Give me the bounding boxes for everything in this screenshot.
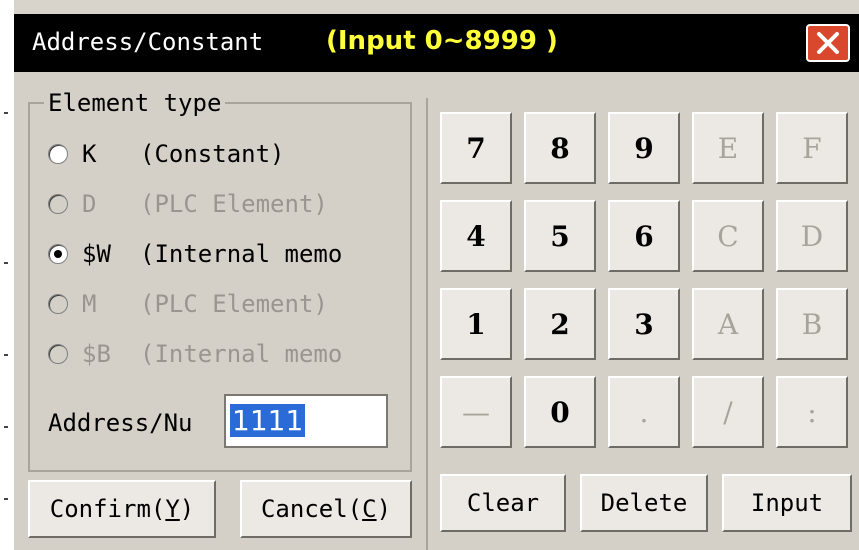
radio-code-m: M xyxy=(82,290,97,318)
radio-d-plc-element: D (PLC Element) xyxy=(48,184,328,224)
cancel-button[interactable]: Cancel(C) xyxy=(240,480,412,538)
key-f: F xyxy=(776,112,848,184)
close-icon xyxy=(817,32,839,54)
input-button[interactable]: Input xyxy=(722,474,852,532)
key-2[interactable]: 2 xyxy=(524,288,596,360)
radio-code-w: $W xyxy=(82,240,111,268)
key-e: E xyxy=(692,112,764,184)
key-b: B xyxy=(776,288,848,360)
address-number-input[interactable]: 1111 xyxy=(224,394,388,448)
address-number-label: Address/Nu xyxy=(48,409,193,437)
edge-tick xyxy=(4,498,8,500)
edge-tick xyxy=(4,354,8,356)
key-5[interactable]: 5 xyxy=(524,200,596,272)
radio-m-plc-element: M (PLC Element) xyxy=(48,284,328,324)
key-slash: / xyxy=(692,376,764,448)
key-7[interactable]: 7 xyxy=(440,112,512,184)
radio-k-constant[interactable]: K (Constant) xyxy=(48,134,285,174)
edge-tick xyxy=(4,426,8,428)
cancel-accel: C xyxy=(362,495,377,523)
key-3[interactable]: 3 xyxy=(608,288,680,360)
radio-button-b xyxy=(48,344,68,364)
clear-button[interactable]: Clear xyxy=(440,474,566,532)
cancel-label: Cancel( xyxy=(260,495,363,523)
address-constant-dialog: Address/Constant (Input 0~8999 ) Element… xyxy=(14,14,859,550)
radio-button-m xyxy=(48,294,68,314)
confirm-paren: ) xyxy=(179,495,195,523)
element-type-legend: Element type xyxy=(44,89,226,117)
radio-button-w[interactable] xyxy=(48,244,68,264)
radio-code-b: $B xyxy=(82,340,111,368)
radio-code-d: D xyxy=(82,190,97,218)
key-8[interactable]: 8 xyxy=(524,112,596,184)
key-0[interactable]: 0 xyxy=(524,376,596,448)
radio-w-internal-memory[interactable]: $W (Internal memo xyxy=(48,234,342,274)
key-minus: — xyxy=(440,376,512,448)
delete-button[interactable]: Delete xyxy=(580,474,708,532)
radio-b-internal-memory: $B (Internal memo xyxy=(48,334,342,374)
key-colon: : xyxy=(776,376,848,448)
edge-tick xyxy=(4,112,8,114)
key-dot: . xyxy=(608,376,680,448)
confirm-label: Confirm( xyxy=(49,495,166,523)
key-6[interactable]: 6 xyxy=(608,200,680,272)
radio-desc-w: (Internal memo xyxy=(140,240,343,268)
dialog-title: Address/Constant xyxy=(32,28,264,56)
confirm-button[interactable]: Confirm(Y) xyxy=(28,480,216,538)
radio-desc-d: (PLC Element) xyxy=(140,190,328,218)
key-1[interactable]: 1 xyxy=(440,288,512,360)
radio-code-k: K xyxy=(82,140,97,168)
key-4[interactable]: 4 xyxy=(440,200,512,272)
key-c: C xyxy=(692,200,764,272)
address-number-value: 1111 xyxy=(230,404,306,437)
edge-tick xyxy=(4,262,8,264)
title-bar: Address/Constant (Input 0~8999 ) xyxy=(14,14,859,72)
input-range-hint: (Input 0~8999 ) xyxy=(326,26,558,56)
cancel-paren: ) xyxy=(376,495,392,523)
radio-button-d xyxy=(48,194,68,214)
radio-desc-b: (Internal memo xyxy=(140,340,343,368)
close-button[interactable] xyxy=(806,24,850,62)
key-d: D xyxy=(776,200,848,272)
confirm-accel: Y xyxy=(165,495,180,523)
radio-desc-k: (Constant) xyxy=(140,140,285,168)
radio-button-k[interactable] xyxy=(48,144,68,164)
background-window-edge xyxy=(0,0,14,550)
key-9[interactable]: 9 xyxy=(608,112,680,184)
radio-desc-m: (PLC Element) xyxy=(140,290,328,318)
key-a: A xyxy=(692,288,764,360)
